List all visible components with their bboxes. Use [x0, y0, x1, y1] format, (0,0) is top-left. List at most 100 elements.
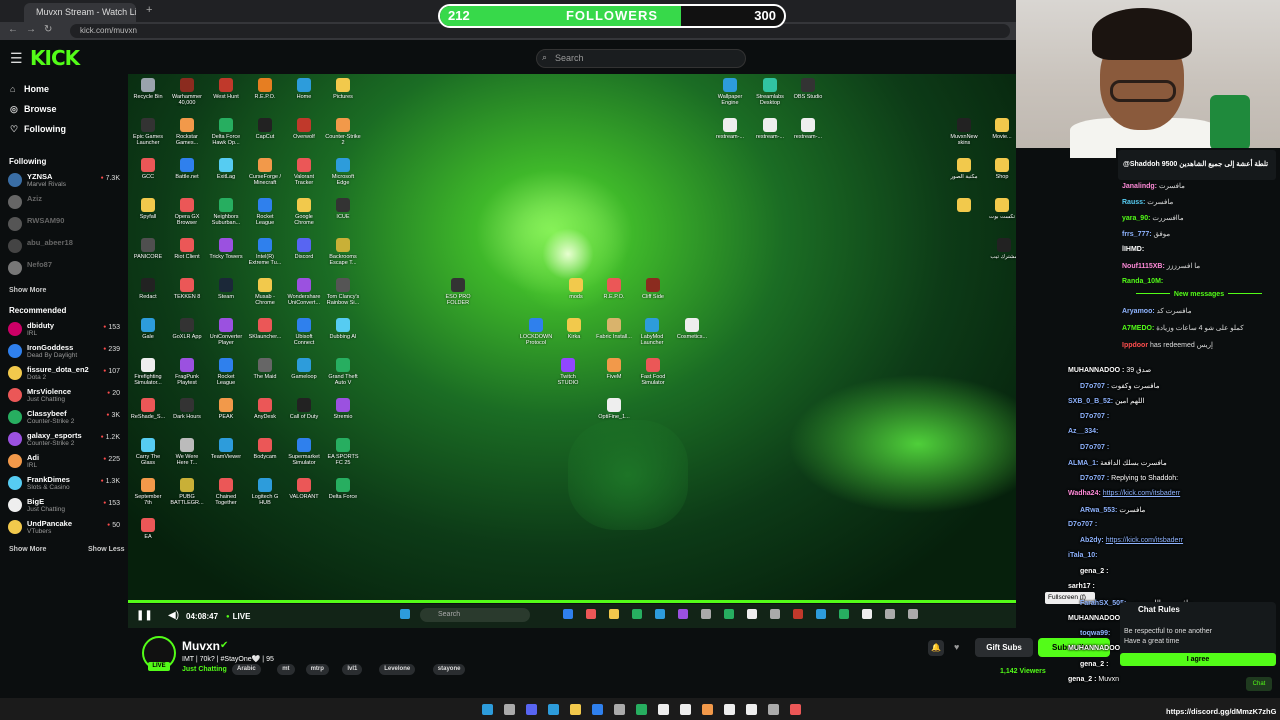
browser-tab[interactable]: Muvxn Stream - Watch Live — [24, 3, 136, 22]
sidebar-channel[interactable]: MrsViolenceJust Chatting 20 — [8, 386, 122, 406]
sidebar-channel[interactable]: Nefo87 — [8, 259, 122, 279]
os-taskbar-app-icon[interactable] — [592, 704, 603, 715]
desktop-icon-label: PUBG BATTLEGR... — [170, 494, 204, 506]
show-more-recommended[interactable]: Show More — [9, 546, 46, 553]
stream-uptime: 04:08:47 — [186, 612, 219, 621]
os-taskbar-app-icon[interactable] — [768, 704, 779, 715]
os-taskbar-app-icon[interactable] — [790, 704, 801, 715]
show-less-recommended[interactable]: Show Less — [88, 546, 125, 553]
back-icon[interactable]: ← — [8, 24, 18, 35]
sidebar-channel[interactable]: IronGoddessDead By Daylight 239 — [8, 342, 122, 362]
desktop-icon: Warhammer 40,000 Space... — [169, 78, 205, 106]
sidebar-channel[interactable]: AdiIRL 225 — [8, 452, 122, 472]
sidebar-channel[interactable]: BigEJust Chatting 153 — [8, 496, 122, 516]
follow-heart-icon[interactable]: ♥ — [954, 642, 959, 652]
volume-icon[interactable]: ◀) — [168, 610, 179, 621]
chat-text: كملو على شو 4 ساعات وزيادة — [1156, 325, 1244, 332]
desktop-icon: OBS Studio — [790, 78, 826, 106]
app-icon — [258, 358, 272, 372]
sidebar-channel[interactable]: fissure_dota_en2Dota 2 107 — [8, 364, 122, 384]
chat-username[interactable]: Aryamoo: — [1122, 308, 1155, 315]
desktop-icon-label: OptiFine_1... — [598, 414, 630, 420]
desktop-icon-label: Kirka — [567, 334, 581, 340]
os-taskbar-app-icon[interactable] — [680, 704, 691, 715]
app-icon — [258, 158, 272, 172]
stream-tag[interactable]: lvl1 — [342, 664, 363, 675]
sidebar-nav-browse[interactable]: ◎ Browse — [10, 104, 57, 115]
agree-button[interactable]: I agree — [1120, 653, 1276, 666]
app-icon — [763, 118, 777, 132]
channel-viewers: 1.2K — [101, 434, 120, 441]
search-input[interactable]: Search — [536, 49, 746, 68]
desktop-icon: TEKKEN 8 — [169, 278, 205, 306]
reload-icon[interactable]: ↻ — [44, 24, 52, 35]
desktop-icon-label: Cliff Side — [642, 294, 664, 300]
chat-username[interactable]: Randa_10M: — [1122, 278, 1163, 285]
app-icon — [180, 158, 194, 172]
chat-message: Ippdoor has redeemed إريس — [1122, 341, 1213, 349]
sidebar-channel[interactable]: Aziz — [8, 193, 122, 213]
app-icon — [141, 478, 155, 492]
chat-message: Nouf1115XB: ما افسرززز — [1122, 262, 1200, 270]
chat-username[interactable]: A7MEDO: — [1122, 325, 1154, 332]
desktop-icon: Home — [286, 78, 322, 106]
discord-link[interactable]: https://discord.gg/dMmzK7zhG — [1166, 707, 1276, 716]
channel-avatar — [8, 498, 22, 512]
chat-username[interactable]: Rauss: — [1122, 199, 1145, 206]
menu-icon[interactable]: ☰ — [10, 50, 23, 67]
stream-tag[interactable]: stayone — [432, 664, 466, 675]
chat-username[interactable]: yara_90: — [1122, 215, 1150, 222]
stream-tag[interactable]: Levelone — [379, 664, 416, 675]
sidebar-channel[interactable]: abu_abeer18 — [8, 237, 122, 257]
stream-category[interactable]: Just Chatting — [182, 666, 227, 673]
os-taskbar-app-icon[interactable] — [724, 704, 735, 715]
viewer-count: 1,142 Viewers — [1000, 668, 1046, 675]
sidebar-channel[interactable]: galaxy_esportsCounter-Strike 2 1.2K — [8, 430, 122, 450]
notification-bell-icon[interactable]: 🔔 — [928, 640, 944, 656]
sidebar-channel[interactable]: dbidutyIRL 153 — [8, 320, 122, 340]
chat-username[interactable]: frrs_777: — [1122, 231, 1152, 238]
os-taskbar-app-icon[interactable] — [614, 704, 625, 715]
sidebar-channel[interactable]: RWSAM90 — [8, 215, 122, 235]
os-taskbar-app-icon[interactable] — [504, 704, 515, 715]
stream-tag[interactable]: mtrp — [305, 664, 329, 675]
new-tab-icon[interactable]: + — [146, 4, 152, 16]
app-icon — [258, 118, 272, 132]
os-taskbar-app-icon[interactable] — [636, 704, 647, 715]
os-taskbar-app-icon[interactable] — [526, 704, 537, 715]
chat-username[interactable]: Ippdoor — [1122, 342, 1148, 349]
stream-video[interactable]: Recycle Bin Warhammer 40,000 Space... West… — [128, 74, 1016, 602]
desktop-icon-label: Carry The Glass — [135, 454, 161, 466]
sidebar-channel[interactable]: ClassybeefCounter-Strike 2 3K — [8, 408, 122, 428]
os-taskbar-app-icon[interactable] — [482, 704, 493, 715]
pinned-message[interactable]: @Shaddoh 9500 تلطة أعشة إلى جميع الشاهدي… — [1118, 150, 1276, 180]
chat-send-button[interactable]: Chat — [1246, 677, 1272, 691]
sidebar-channel[interactable]: FrankDimesSlots & Casino 1.3K — [8, 474, 122, 494]
sidebar-channel[interactable]: UndPancakeVTubers 50 — [8, 518, 122, 538]
desktop-icon: Google Chrome — [286, 198, 322, 226]
sidebar-channel[interactable]: YZNSAMarvel Rivals 7.3K — [8, 171, 122, 191]
desktop-icon-label: Streamlabs Desktop — [756, 94, 784, 106]
stream-tag[interactable]: Arabic — [232, 664, 261, 675]
os-taskbar-app-icon[interactable] — [548, 704, 559, 715]
channel-name[interactable]: Muvxn — [182, 639, 220, 653]
kick-logo[interactable]: KICK — [30, 46, 80, 70]
forward-icon[interactable]: → — [26, 24, 36, 35]
chat-username[interactable]: Janalindg: — [1122, 183, 1157, 190]
new-messages-divider[interactable]: New messages — [1122, 291, 1276, 298]
sidebar-nav-home[interactable]: ⌂ Home — [10, 84, 49, 94]
stream-tag[interactable]: mt — [277, 664, 295, 675]
sidebar-nav-following[interactable]: ♡ Following — [10, 124, 66, 135]
gift-subs-button[interactable]: Gift Subs — [975, 638, 1033, 657]
os-taskbar-app-icon[interactable] — [570, 704, 581, 715]
desktop-icon-label: GCC — [141, 174, 155, 180]
os-taskbar-app-icon[interactable] — [658, 704, 669, 715]
chat-username[interactable]: lIHMD: — [1122, 246, 1144, 253]
os-taskbar-app-icon[interactable] — [746, 704, 757, 715]
pause-icon[interactable]: ❚❚ — [136, 610, 153, 621]
chat-username[interactable]: Nouf1115XB: — [1122, 263, 1165, 270]
app-icon — [180, 198, 194, 212]
show-more-following[interactable]: Show More — [9, 287, 46, 294]
app-icon — [219, 358, 233, 372]
os-taskbar-app-icon[interactable] — [702, 704, 713, 715]
